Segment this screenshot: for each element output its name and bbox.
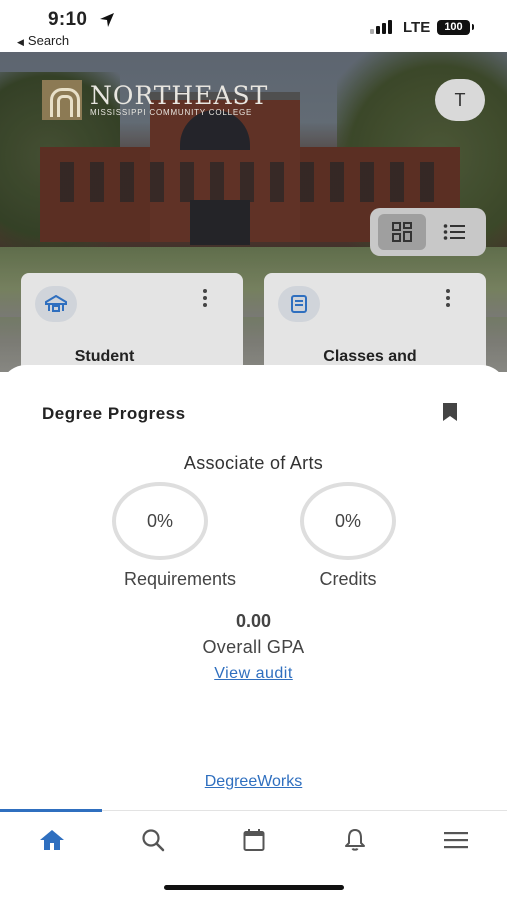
gpa-value: 0.00	[235, 611, 272, 631]
credits-label: Credits	[319, 569, 377, 589]
tab-search[interactable]	[133, 825, 173, 855]
card-title: Classes and	[323, 348, 417, 365]
logo-subtitle: MISSISSIPPI COMMUNITY COLLEGE	[90, 107, 253, 117]
tab-home[interactable]	[32, 825, 72, 855]
location-arrow-icon	[100, 13, 114, 27]
school-icon	[45, 295, 67, 312]
view-audit-label[interactable]: View audit	[214, 665, 293, 682]
card-options-icon[interactable]	[446, 289, 450, 307]
network-type: LTE	[403, 19, 431, 36]
bottom-tab-bar	[0, 809, 507, 868]
degreeworks-label[interactable]: DegreeWorks	[205, 773, 303, 790]
battery-icon: 100	[437, 20, 474, 35]
program-name: Associate of Arts	[183, 453, 324, 473]
credits-progress-ring: 0%	[300, 482, 396, 560]
requirements-progress-ring: 0%	[112, 482, 208, 560]
card-title: Student	[74, 348, 135, 365]
degreeworks-link[interactable]: DegreeWorks	[0, 773, 507, 791]
requirements-percent: 0%	[146, 511, 173, 531]
profile-avatar-button[interactable]: T	[435, 79, 485, 121]
view-audit-link[interactable]: View audit	[0, 665, 507, 683]
card-icon-wrap	[278, 286, 320, 322]
view-toggle	[370, 208, 486, 256]
back-triangle-icon: ◀	[17, 37, 24, 47]
logo-name: NORTHEAST	[90, 80, 269, 110]
tab-menu[interactable]	[436, 825, 476, 855]
bookmark-icon[interactable]	[442, 402, 458, 422]
card-options-icon[interactable]	[203, 289, 207, 307]
list-view-button[interactable]	[430, 214, 478, 250]
signal-strength-icon	[370, 20, 392, 34]
active-tab-indicator	[0, 809, 102, 812]
book-icon	[291, 295, 307, 313]
college-logo: NORTHEAST MISSISSIPPI COMMUNITY COLLEGE	[42, 80, 268, 120]
tab-notifications[interactable]	[335, 825, 375, 855]
back-to-search-button[interactable]: ◀ Search	[17, 33, 69, 48]
menu-icon	[444, 832, 468, 849]
calendar-icon	[243, 829, 265, 851]
home-indicator	[164, 885, 344, 890]
back-search-label: Search	[27, 33, 70, 48]
college-logo-mark	[42, 80, 82, 120]
sheet-title: Degree Progress	[42, 404, 186, 423]
grid-view-button[interactable]	[378, 214, 426, 250]
status-time: 9:10	[48, 9, 88, 30]
grid-view-icon	[392, 222, 412, 242]
credits-percent: 0%	[334, 511, 361, 531]
bell-icon	[345, 829, 365, 851]
list-view-icon	[443, 224, 465, 240]
battery-level: 100	[444, 21, 463, 33]
gpa-label: Overall GPA	[202, 637, 305, 657]
home-icon	[40, 830, 64, 850]
tab-calendar[interactable]	[234, 825, 274, 855]
status-bar: 9:10 ◀ Search LTE 100	[0, 0, 507, 52]
card-icon-wrap	[35, 286, 77, 322]
search-icon	[142, 829, 165, 852]
